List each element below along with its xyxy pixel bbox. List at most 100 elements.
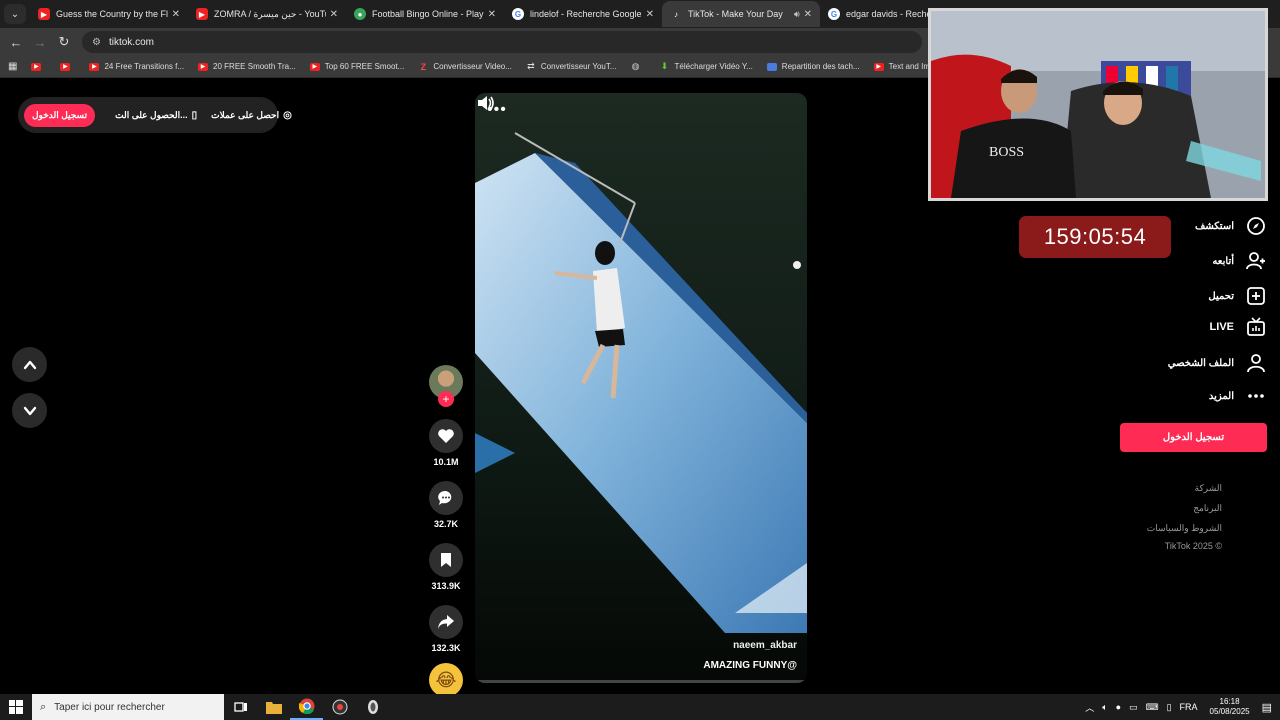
bookmark-item[interactable]: Z Convertisseur Video...: [418, 62, 512, 72]
compass-icon: [1246, 216, 1266, 236]
webcam-overlay: BOSS: [928, 8, 1268, 201]
video-frame: [475, 93, 807, 683]
close-icon[interactable]: ✕: [804, 9, 812, 20]
follow-plus-icon[interactable]: +: [438, 391, 454, 407]
youtube-icon: ▶: [196, 8, 208, 20]
share-count: 132.3K: [431, 643, 461, 653]
apps-grid-icon[interactable]: ▦: [8, 61, 17, 72]
video-player[interactable]: ••• naeem_akbar AMAZING FUNNY@: [475, 93, 807, 683]
footer-copyright: TikTok 2025 ©: [1164, 541, 1222, 551]
save-action[interactable]: 313.9K: [428, 543, 464, 591]
speaker-icon[interactable]: 🔈︎: [1102, 702, 1107, 713]
bookmark-item[interactable]: ◍: [631, 61, 646, 71]
share-action[interactable]: 132.3K: [428, 605, 464, 653]
tab-guess-country[interactable]: ▶ Guess the Country by the Fl ✕: [30, 1, 188, 27]
comment-button[interactable]: [429, 481, 463, 515]
nav-live[interactable]: LIVE: [1106, 317, 1266, 337]
like-action[interactable]: 10.1M: [428, 419, 464, 467]
taskbar-search-field[interactable]: ⌕ Taper ici pour rechercher: [32, 694, 224, 720]
back-icon[interactable]: ←: [4, 35, 28, 50]
tab-title: TikTok - Make Your Day: [688, 9, 783, 19]
comment-count: 32.7K: [433, 519, 459, 529]
forward-icon[interactable]: →: [28, 35, 52, 50]
bookmark-item[interactable]: ▶ Top 60 FREE Smoot...: [309, 62, 404, 71]
video-username[interactable]: naeem_akbar: [733, 640, 797, 651]
chrome-icon[interactable]: [290, 694, 323, 720]
chevron-up-icon[interactable]: ︿: [1085, 701, 1094, 714]
task-view-icon[interactable]: [224, 694, 257, 720]
battery-icon[interactable]: ▯: [1167, 702, 1172, 713]
close-icon[interactable]: ✕: [646, 9, 654, 20]
reload-icon[interactable]: ↻: [52, 34, 76, 50]
speaker-icon[interactable]: 🔊︎: [794, 9, 800, 20]
network-icon[interactable]: ▭: [1129, 702, 1138, 713]
close-icon[interactable]: ✕: [172, 9, 180, 20]
top-login-button[interactable]: تسجيل الدخول: [24, 103, 96, 127]
nav-label: LIVE: [1209, 321, 1234, 333]
tab-lindelof[interactable]: G lindelof - Recherche Google ✕: [504, 1, 662, 27]
close-icon[interactable]: ✕: [330, 9, 338, 20]
youtube-icon: ▶: [60, 62, 71, 71]
nav-upload[interactable]: تحميل: [1106, 286, 1266, 306]
save-button[interactable]: [429, 543, 463, 577]
like-button[interactable]: [429, 419, 463, 453]
bookmark-item[interactable]: Repartition des tach...: [766, 62, 860, 71]
windows-start-icon[interactable]: [0, 694, 32, 720]
microphone-icon[interactable]: ●: [1116, 702, 1121, 712]
user-follow-icon: [1246, 251, 1266, 271]
get-coins-button[interactable]: احصل على عملات ◎: [211, 110, 292, 121]
volume-icon[interactable]: [475, 93, 495, 113]
share-button[interactable]: [429, 605, 463, 639]
bookmark-item[interactable]: ▶: [60, 62, 75, 71]
language-indicator[interactable]: FRA: [1180, 702, 1198, 712]
taskbar-clock[interactable]: 16:18 05/08/2025: [1210, 697, 1250, 717]
comment-action[interactable]: 32.7K: [428, 481, 464, 529]
google-icon: G: [512, 8, 524, 20]
bookmark-item[interactable]: ▶: [31, 62, 46, 71]
laughing-emoji-icon[interactable]: 😂︎: [429, 663, 463, 697]
video-caption[interactable]: AMAZING FUNNY@: [703, 660, 797, 671]
heart-icon: [438, 429, 454, 443]
close-icon[interactable]: ✕: [488, 9, 496, 20]
screen: ⌄ ▶ Guess the Country by the Fl ✕ ▶ ZOMR…: [0, 0, 1280, 720]
sidebar-login-button[interactable]: تسجيل الدخول: [1120, 423, 1267, 452]
webcam-video: BOSS: [931, 11, 1265, 198]
save-count: 313.9K: [431, 581, 461, 591]
nav-profile[interactable]: الملف الشخصي: [1106, 353, 1266, 373]
comment-icon: [438, 490, 452, 505]
app-icon[interactable]: [356, 694, 389, 720]
tiktok-icon: ♪: [674, 9, 678, 19]
previous-video-button[interactable]: [12, 347, 47, 382]
creator-avatar[interactable]: +: [429, 365, 463, 407]
youtube-icon: ▶: [31, 62, 42, 71]
footer-company-link[interactable]: الشركة: [1195, 483, 1222, 494]
tab-tiktok[interactable]: ♪ TikTok - Make Your Day 🔊︎ ✕: [662, 1, 820, 27]
tab-zomra[interactable]: ▶ ZOMRA / حين ميسرة - YouTube ✕: [188, 1, 346, 27]
url-field[interactable]: ⚙ tiktok.com: [82, 31, 922, 53]
bookmark-item[interactable]: ⇄ Convertisseur YouT...: [526, 61, 616, 71]
stream-timer: 159:05:54: [1019, 216, 1171, 258]
phone-icon: ▯: [191, 109, 198, 121]
google-icon: G: [828, 8, 840, 20]
video-progress-bar[interactable]: [475, 680, 807, 683]
bookmark-item[interactable]: ▶ 20 FREE Smooth Tra...: [198, 62, 296, 71]
bookmark-item[interactable]: ⬇ Télécharger Vidéo Y...: [660, 61, 753, 71]
more-icon: [1246, 386, 1266, 406]
notification-icon[interactable]: ▤: [1262, 701, 1272, 714]
keyboard-icon[interactable]: ⌨︎: [1146, 702, 1159, 713]
get-app-button[interactable]: الحصول على الت... ▯: [115, 110, 197, 121]
next-video-button[interactable]: [12, 393, 47, 428]
footer-program-link[interactable]: البرنامج: [1193, 503, 1222, 514]
youtube-icon: ▶: [873, 62, 884, 71]
tab-football-bingo[interactable]: ● Football Bingo Online - Play N ✕: [346, 1, 504, 27]
footer-terms-link[interactable]: الشروط والسياسات: [1147, 523, 1222, 534]
nav-more[interactable]: المزيد: [1106, 386, 1266, 406]
tab-title: lindelof - Recherche Google: [530, 9, 642, 19]
file-explorer-icon[interactable]: [257, 694, 290, 720]
bookmark-item[interactable]: ▶ 24 Free Transitions f...: [89, 62, 184, 71]
download-icon: ⬇: [660, 61, 669, 71]
site-settings-icon[interactable]: ⚙: [92, 37, 101, 48]
obs-icon[interactable]: [323, 694, 356, 720]
tab-search-button[interactable]: ⌄: [4, 4, 26, 24]
upload-icon: [1246, 286, 1266, 306]
